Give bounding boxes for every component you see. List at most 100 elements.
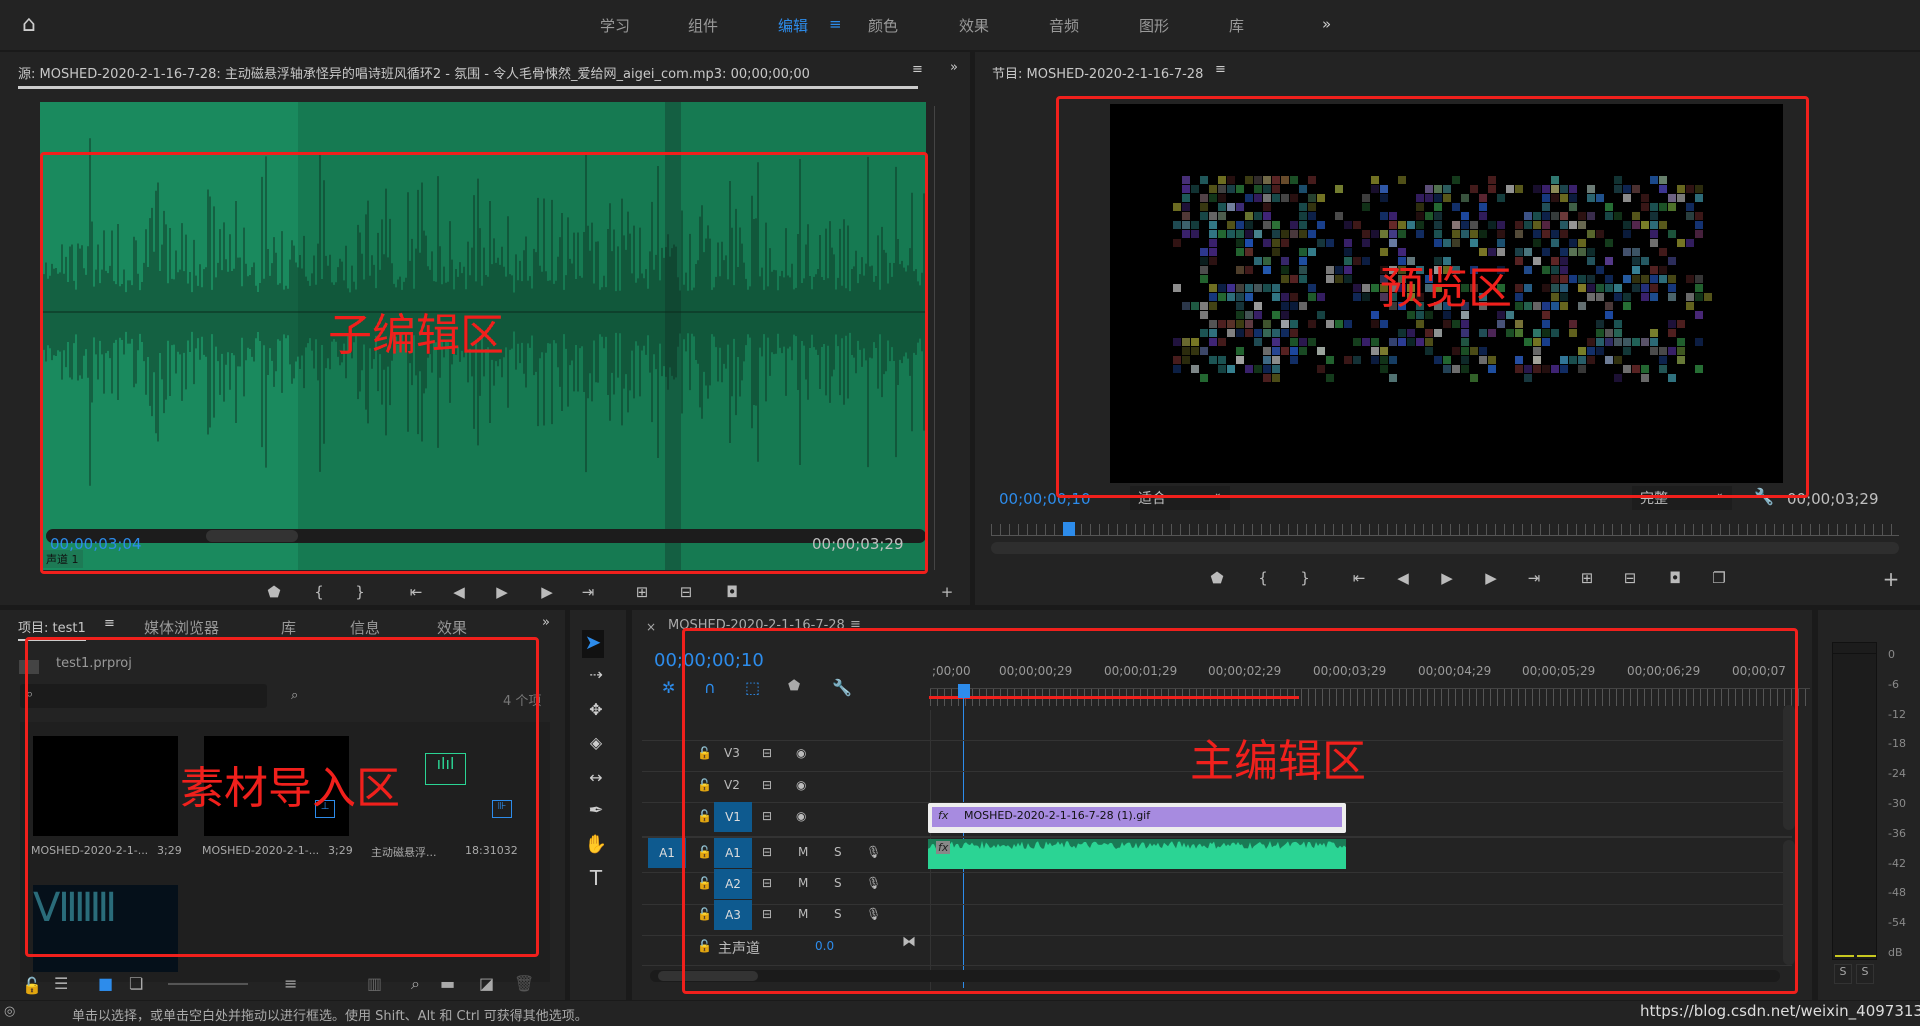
zoom-level-select[interactable]: 适合 ⌄ bbox=[1130, 486, 1230, 510]
mute-button[interactable]: M bbox=[798, 845, 808, 859]
export-frame-icon[interactable]: ◘ bbox=[720, 583, 744, 601]
track-a2[interactable]: A2 bbox=[714, 869, 752, 899]
workspace-assembly[interactable]: 组件 bbox=[688, 15, 718, 36]
mute-button[interactable]: M bbox=[798, 907, 808, 921]
sync-lock-icon[interactable]: ⊟ bbox=[762, 809, 772, 823]
track-v1[interactable]: V1 bbox=[714, 802, 752, 832]
insert-icon[interactable]: ⊞ bbox=[630, 583, 654, 601]
solo-button[interactable]: S bbox=[834, 876, 842, 890]
timeline-zoom-scrollbar[interactable] bbox=[650, 970, 1780, 982]
source-title[interactable]: 源: MOSHED-2020-2-1-16-7-28: 主动磁悬浮轴承怪异的唱诗… bbox=[18, 63, 918, 89]
lock-icon[interactable]: 🔓 bbox=[22, 976, 42, 995]
add-marker-icon[interactable]: ⬟ bbox=[1205, 569, 1229, 587]
lock-icon[interactable]: 🔓 bbox=[697, 939, 712, 953]
lock-icon[interactable]: 🔓 bbox=[697, 778, 712, 792]
export-frame-icon[interactable]: ◘ bbox=[1663, 569, 1687, 587]
lift-icon[interactable]: ⊞ bbox=[1575, 569, 1599, 587]
step-forward-icon[interactable]: ▶ bbox=[535, 583, 559, 601]
sequence-tab[interactable]: MOSHED-2020-2-1-16-7-28 bbox=[668, 618, 845, 633]
overwrite-icon[interactable]: ⊟ bbox=[674, 583, 698, 601]
step-forward-icon[interactable]: ▶ bbox=[1479, 569, 1503, 587]
solo-left-button[interactable]: S bbox=[1834, 964, 1852, 984]
eye-icon[interactable]: ◉ bbox=[796, 809, 806, 823]
video-clip[interactable]: fx MOSHED-2020-2-1-16-7-28 (1).gif bbox=[928, 803, 1346, 833]
type-tool-icon[interactable]: T bbox=[583, 866, 609, 890]
trash-icon[interactable]: 🗑 bbox=[514, 974, 534, 993]
step-back-icon[interactable]: ◀ bbox=[447, 583, 471, 601]
new-bin-icon[interactable]: ▬ bbox=[440, 974, 455, 993]
source-timecode-in[interactable]: 00;00;03;04 bbox=[50, 535, 142, 553]
razor-tool-icon[interactable]: ◈ bbox=[583, 733, 609, 752]
new-item-icon[interactable]: ◪ bbox=[479, 974, 494, 993]
linked-selection-icon[interactable]: ⬚ bbox=[745, 678, 760, 697]
button-editor-icon[interactable]: + bbox=[1879, 567, 1903, 591]
project-search-input[interactable]: ⌕ bbox=[20, 684, 267, 708]
playhead-handle[interactable] bbox=[958, 684, 970, 698]
playhead[interactable] bbox=[1063, 522, 1075, 536]
sync-lock-icon[interactable]: ⊟ bbox=[762, 907, 772, 921]
workspace-libraries[interactable]: 库 bbox=[1229, 15, 1244, 36]
workspace-effects[interactable]: 效果 bbox=[959, 15, 989, 36]
button-editor-icon[interactable]: + bbox=[935, 583, 959, 601]
hand-tool-icon[interactable]: ✋ bbox=[583, 834, 609, 855]
play-icon[interactable]: ▶ bbox=[1435, 569, 1459, 587]
program-zoom-scrollbar[interactable] bbox=[991, 542, 1899, 554]
go-to-in-icon[interactable]: ⇤ bbox=[404, 583, 428, 601]
mute-button[interactable]: M bbox=[798, 876, 808, 890]
wrench-icon[interactable]: 🔧 bbox=[832, 678, 852, 697]
selection-tool-icon[interactable]: ➤ bbox=[582, 630, 604, 658]
search-field[interactable] bbox=[44, 686, 259, 706]
workspace-color[interactable]: 颜色 bbox=[868, 15, 898, 36]
go-to-previous-edit-icon[interactable]: ⧓ bbox=[902, 934, 916, 950]
comparison-view-icon[interactable]: ❐ bbox=[1707, 569, 1731, 587]
project-item[interactable]: MOSHED-2020-2-1-... 3;29 bbox=[20, 722, 190, 857]
list-view-icon[interactable]: ☰ bbox=[54, 974, 68, 993]
tab-info[interactable]: 信息 bbox=[350, 617, 380, 638]
add-marker-icon[interactable]: ⬟ bbox=[788, 678, 800, 694]
panel-menu-icon[interactable]: ≡ bbox=[104, 616, 115, 631]
sync-lock-icon[interactable]: ⊟ bbox=[762, 778, 772, 792]
lock-icon[interactable]: 🔓 bbox=[697, 809, 712, 823]
creative-cloud-icon[interactable]: ◎ bbox=[4, 1004, 15, 1019]
project-item-gif-thumbnail[interactable]: ⅧⅡⅡ bbox=[33, 885, 178, 972]
step-back-icon[interactable]: ◀ bbox=[1391, 569, 1415, 587]
slip-tool-icon[interactable]: ↔ bbox=[583, 768, 609, 787]
icon-view-icon[interactable]: ■ bbox=[98, 974, 113, 993]
workspace-more-button[interactable]: » bbox=[1322, 15, 1331, 33]
extract-icon[interactable]: ⊟ bbox=[1618, 569, 1642, 587]
panel-overflow-icon[interactable]: » bbox=[542, 615, 550, 630]
go-to-out-icon[interactable]: ⇥ bbox=[576, 583, 600, 601]
program-time-ruler[interactable] bbox=[991, 524, 1899, 536]
workspace-graphics[interactable]: 图形 bbox=[1139, 15, 1169, 36]
solo-button[interactable]: S bbox=[834, 907, 842, 921]
track-select-tool-icon[interactable]: ⇢ bbox=[583, 665, 609, 684]
workspace-learn[interactable]: 学习 bbox=[600, 15, 630, 36]
find-bin-icon[interactable]: ⌕ bbox=[291, 688, 298, 703]
pen-tool-icon[interactable]: ✒ bbox=[583, 800, 609, 821]
automate-icon[interactable]: ▥ bbox=[367, 974, 382, 993]
microphone-icon[interactable]: 🎙 bbox=[866, 876, 881, 890]
thumbnail-size-slider[interactable] bbox=[168, 983, 248, 985]
vertical-zoom-bar[interactable] bbox=[934, 106, 948, 570]
mark-out-icon[interactable]: } bbox=[1293, 569, 1317, 587]
master-volume[interactable]: 0.0 bbox=[815, 939, 834, 953]
program-timecode[interactable]: 00;00;00;10 bbox=[999, 490, 1091, 508]
solo-button[interactable]: S bbox=[834, 845, 842, 859]
sync-lock-icon[interactable]: ⊟ bbox=[762, 746, 772, 760]
ripple-edit-tool-icon[interactable]: ✥ bbox=[583, 700, 609, 719]
microphone-icon[interactable]: 🎙 bbox=[866, 845, 881, 859]
sync-lock-icon[interactable]: ⊟ bbox=[762, 876, 772, 890]
go-to-in-icon[interactable]: ⇤ bbox=[1347, 569, 1371, 587]
track-v2[interactable]: V2 bbox=[724, 778, 740, 792]
panel-overflow-icon[interactable]: » bbox=[950, 60, 958, 75]
nest-toggle-icon[interactable]: ✲ bbox=[662, 678, 675, 697]
home-icon[interactable]: ⌂ bbox=[22, 12, 36, 37]
work-area-bar[interactable] bbox=[929, 696, 1299, 699]
eye-icon[interactable]: ◉ bbox=[796, 778, 806, 792]
go-to-out-icon[interactable]: ⇥ bbox=[1522, 569, 1546, 587]
wrench-icon[interactable]: 🔧 bbox=[1754, 487, 1774, 506]
lock-icon[interactable]: 🔓 bbox=[697, 907, 712, 921]
lock-icon[interactable]: 🔓 bbox=[697, 845, 712, 859]
program-title[interactable]: 节目: MOSHED-2020-2-1-16-7-28 bbox=[992, 63, 1203, 82]
find-icon[interactable]: ⌕ bbox=[411, 974, 420, 994]
